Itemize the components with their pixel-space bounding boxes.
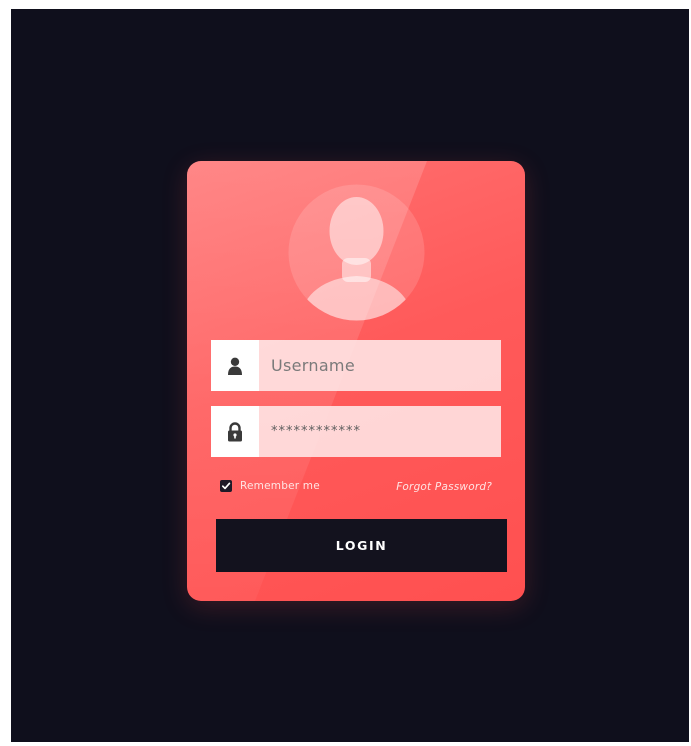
login-options: Remember me Forgot Password? — [220, 480, 492, 496]
remember-me-label: Remember me — [240, 480, 320, 492]
user-icon — [211, 340, 259, 391]
password-field — [211, 406, 501, 457]
username-field — [211, 340, 501, 391]
login-button[interactable]: LOGIN — [216, 519, 507, 572]
checkbox-checked-icon[interactable] — [220, 480, 232, 492]
lock-icon — [211, 406, 259, 457]
avatar-silhouette-icon — [288, 184, 425, 321]
username-input[interactable] — [259, 340, 501, 391]
forgot-password-link[interactable]: Forgot Password? — [396, 481, 492, 493]
background-stage: Remember me Forgot Password? LOGIN — [11, 9, 689, 742]
password-input[interactable] — [259, 406, 501, 457]
login-card: Remember me Forgot Password? LOGIN — [187, 161, 525, 601]
remember-me-checkbox[interactable]: Remember me — [220, 480, 320, 492]
